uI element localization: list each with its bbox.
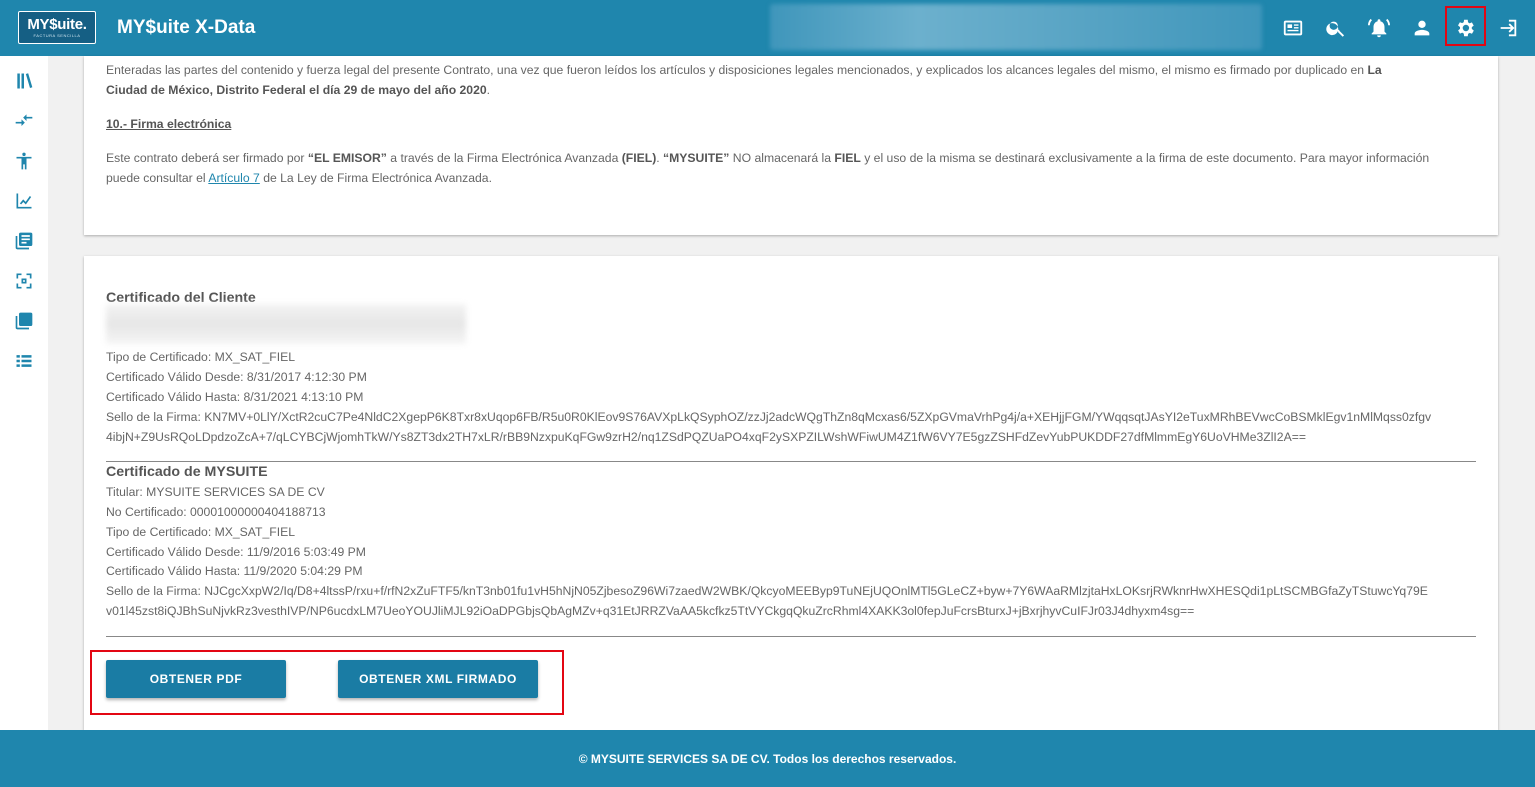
p2-fiel-abbr: (FIEL) [621, 151, 657, 165]
contract-card: Enteradas las partes del contenido y fue… [84, 56, 1498, 235]
contract-paragraph-firma: Este contrato deberá ser firmado por “EL… [106, 148, 1478, 188]
mysuite-cert-seal-1: Sello de la Firma: NJCgcXxpW2/Iq/D8+4lts… [106, 584, 1428, 598]
client-cert-valid-from: Certificado Válido Desde: 8/31/2017 4:12… [106, 370, 367, 384]
closing-place-2: Ciudad de México, Distrito Federal el dí… [106, 83, 487, 97]
p2-fiel: FIEL [834, 151, 861, 165]
mysuite-cert-number: No Certificado: 00001000000404188713 [106, 505, 326, 519]
contract-paragraph-closing: Enteradas las partes del contenido y fue… [106, 60, 1478, 100]
bell-icon[interactable] [1365, 14, 1393, 42]
p2-i: y el uso de la misma se destinará exclus… [860, 151, 1430, 165]
closing-text: Enteradas las partes del contenido y fue… [106, 63, 1368, 77]
logo-subtitle: FACTURA SENCILLA [33, 33, 81, 38]
client-cert-valid-to: Certificado Válido Hasta: 8/31/2021 4:13… [106, 390, 364, 404]
user-icon[interactable] [1408, 14, 1436, 42]
figure-icon[interactable] [12, 149, 36, 173]
mysuite-cert-heading: Certificado de MYSUITE [106, 464, 268, 480]
mysuite-cert-type: Tipo de Certificado: MX_SAT_FIEL [106, 525, 295, 539]
logout-icon[interactable] [1494, 14, 1522, 42]
p2-a: Este contrato deberá ser firmado por [106, 151, 308, 165]
app-title: MY$uite X-Data [117, 17, 256, 38]
client-cert-seal-1: Sello de la Firma: KN7MV+0LlY/XctR2cuC7P… [106, 410, 1432, 424]
blurred-client-info [106, 304, 466, 344]
copy-icon[interactable] [12, 309, 36, 333]
settings-highlight-box [1445, 6, 1486, 46]
closing-end: . [486, 83, 491, 97]
mysuite-cert-holder: Titular: MYSUITE SERVICES SA DE CV [106, 485, 325, 499]
chart-line-icon[interactable] [12, 189, 36, 213]
articulo-7-link[interactable]: Artículo 7 [208, 171, 259, 185]
p2-c: a través de la Firma Electrónica Avanzad… [386, 151, 622, 165]
newspaper-icon[interactable] [1279, 14, 1307, 42]
p2-g: NO almacenará la [729, 151, 835, 165]
p2-j: puede consultar el [106, 171, 209, 185]
buttons-highlight-box [90, 650, 564, 715]
section-heading-firma: 10.- Firma electrónica [106, 114, 231, 134]
logo-text: MY$uite. [27, 16, 87, 33]
list-icon[interactable] [12, 349, 36, 373]
blurred-search-area [770, 4, 1262, 50]
mysuite-cert-valid-from: Certificado Válido Desde: 11/9/2016 5:03… [106, 545, 366, 559]
client-cert-seal-2: 4ibjN+Z9UsRQoLDpdzoZcA+7/qLCYBCjWjomhTkW… [106, 430, 1306, 444]
p2-emisor: “EL EMISOR” [307, 151, 387, 165]
mysuite-cert-seal-2: v01l45zst8iQJBhSuNjvkRz3vesthIVP/NP6ucdx… [106, 604, 1195, 618]
transfer-icon[interactable] [12, 109, 36, 133]
scan-icon[interactable] [12, 269, 36, 293]
p2-mysuite: “MYSUITE” [663, 151, 730, 165]
divider [106, 461, 1476, 462]
section-heading-text: 10.- Firma electrónica [106, 117, 232, 131]
app-logo[interactable]: MY$uite. FACTURA SENCILLA [18, 11, 96, 44]
document-list-icon[interactable] [12, 229, 36, 253]
mysuite-cert-valid-to: Certificado Válido Hasta: 11/9/2020 5:04… [106, 564, 363, 578]
top-bar: MY$uite. FACTURA SENCILLA MY$uite X-Data [0, 0, 1535, 56]
search-icon[interactable] [1322, 14, 1350, 42]
closing-place-1: La [1367, 63, 1382, 77]
footer-copyright: © MYSUITE SERVICES SA DE CV. Todos los d… [578, 751, 957, 766]
divider [106, 636, 1476, 637]
library-icon[interactable] [12, 69, 36, 93]
p2-k: de La Ley de Firma Electrónica Avanzada. [259, 171, 492, 185]
footer: © MYSUITE SERVICES SA DE CV. Todos los d… [0, 730, 1535, 787]
sidebar [0, 56, 48, 730]
client-cert-type: Tipo de Certificado: MX_SAT_FIEL [106, 350, 295, 364]
